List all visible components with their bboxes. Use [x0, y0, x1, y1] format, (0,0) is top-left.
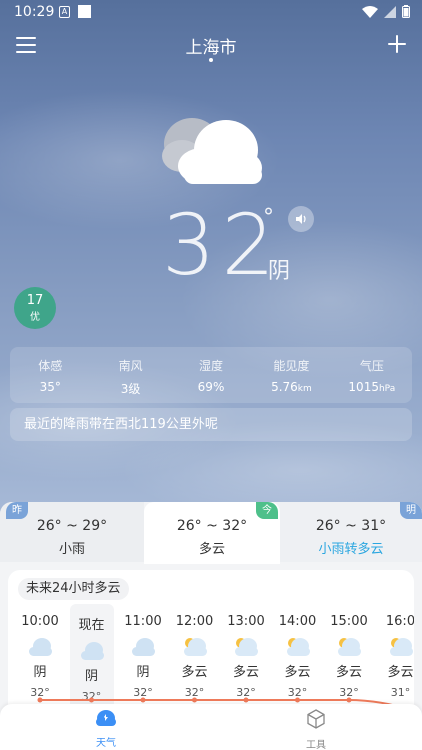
- today-badge: 今: [256, 502, 278, 519]
- temperature-point: [140, 697, 146, 703]
- day-condition: 多云: [198, 542, 225, 557]
- hour-condition: 阴: [84, 669, 98, 684]
- hour-item: 13:00 多云 32°: [220, 614, 272, 699]
- status-bar: 10:29 A: [0, 0, 422, 26]
- cloudy-icon: [129, 635, 157, 657]
- aqi-badge[interactable]: 17 优: [14, 287, 56, 329]
- cloudy-icon: [78, 639, 106, 661]
- stat-feels-like: 体感 35°: [10, 347, 90, 403]
- cube-icon: [307, 709, 325, 729]
- stat-label: 南风: [118, 359, 143, 373]
- hour-time: 10:00: [21, 614, 59, 629]
- hour-time: 15:00: [330, 614, 368, 629]
- temperature-point: [89, 697, 94, 703]
- partly-cloudy-icon: [387, 635, 415, 657]
- hour-time: 13:00: [227, 614, 265, 629]
- stat-label: 气压: [359, 359, 384, 373]
- nav-tools-label: 工具: [306, 740, 326, 750]
- stat-value: 3级: [120, 382, 141, 396]
- wifi-icon: [362, 5, 378, 18]
- day-range: 26° ~ 32°: [176, 518, 248, 534]
- hour-time: 现在: [78, 618, 105, 633]
- status-icons: [362, 5, 410, 18]
- hourly-title: 未来24小时多云: [18, 578, 129, 600]
- temperature-point: [346, 697, 352, 703]
- partly-cloudy-icon: [181, 635, 209, 657]
- stat-label: 体感: [38, 359, 63, 373]
- stat-humidity: 湿度 69%: [171, 347, 251, 403]
- nav-weather-label: 天气: [96, 738, 116, 749]
- temperature-point: [37, 697, 43, 703]
- stat-visibility: 能见度 5.76km: [251, 347, 331, 403]
- hour-condition: 多云: [335, 665, 362, 680]
- hour-item: 15:00 多云 32°: [323, 614, 375, 699]
- day-card-today[interactable]: 今 26° ~ 32° 多云: [144, 502, 280, 564]
- day-condition: 小雨转多云: [318, 542, 384, 557]
- stat-label: 湿度: [199, 359, 224, 373]
- plus-icon[interactable]: [388, 35, 406, 53]
- partly-cloudy-icon: [335, 635, 363, 657]
- nav-weather[interactable]: 天气: [76, 708, 136, 749]
- hour-condition: 阴: [33, 665, 47, 680]
- stat-wind: 南风 3级: [90, 347, 170, 403]
- weather-icon: [96, 710, 116, 726]
- battery-icon: [402, 5, 410, 18]
- partly-cloudy-icon: [284, 635, 312, 657]
- degree-symbol: °: [263, 205, 274, 230]
- stat-label: 能见度: [273, 359, 310, 373]
- day-card-tomorrow[interactable]: 明 26° ~ 31° 小雨转多云: [280, 502, 422, 562]
- hour-time: 16:0: [385, 614, 414, 629]
- hour-item: 10:00 阴 32°: [14, 614, 66, 699]
- temperature-point: [295, 697, 300, 703]
- day-range: 26° ~ 31°: [315, 518, 387, 534]
- hour-condition: 阴: [136, 665, 150, 680]
- day-condition: 小雨: [58, 542, 85, 557]
- nav-tools[interactable]: 工具: [286, 708, 346, 750]
- hour-condition: 多云: [181, 665, 208, 680]
- day-card-yesterday[interactable]: 昨 26° ~ 29° 小雨: [0, 502, 144, 562]
- aqi-quality: 优: [30, 312, 40, 323]
- hour-condition: 多云: [232, 665, 259, 680]
- cloudy-icon: [26, 635, 54, 657]
- day-range: 26° ~ 29°: [36, 518, 108, 534]
- notification-a-icon: A: [59, 6, 70, 18]
- stat-value: 35°: [39, 380, 61, 394]
- current-condition: 阴: [268, 259, 291, 284]
- notification-square-icon: [78, 5, 91, 18]
- hour-time: 11:00: [124, 614, 162, 629]
- tomorrow-badge: 明: [400, 502, 422, 519]
- temperature-point: [192, 697, 197, 703]
- city-title[interactable]: 上海市: [0, 33, 422, 58]
- hour-condition: 多云: [284, 665, 311, 680]
- yesterday-badge: 昨: [6, 502, 28, 519]
- temperature-point: [243, 697, 249, 703]
- stat-value: 5.76km: [271, 380, 312, 394]
- partly-cloudy-icon: [232, 635, 260, 657]
- stat-value: 69%: [197, 380, 225, 394]
- status-time: 10:29: [14, 4, 55, 20]
- stat-pressure: 气压 1015hPa: [332, 347, 412, 403]
- hour-time: 12:00: [175, 614, 214, 629]
- weather-stats: 体感 35° 南风 3级 湿度 69% 能见度 5.76km 气压 1015hP…: [10, 347, 412, 403]
- stat-value: 1015hPa: [348, 380, 396, 394]
- hour-time: 14:00: [278, 614, 317, 629]
- cloudy-icon: [162, 118, 262, 184]
- page-indicator-dot: [209, 58, 213, 62]
- speaker-icon[interactable]: [288, 206, 314, 232]
- hour-item: 11:00 阴 32°: [117, 614, 169, 699]
- aqi-value: 17: [26, 293, 44, 308]
- rain-note[interactable]: 最近的降雨带在西北119公里外呢: [10, 408, 412, 441]
- hour-item: 12:00 多云 32°: [169, 614, 221, 699]
- hour-item: 14:00 多云 32°: [272, 614, 324, 699]
- bottom-nav: 天气 工具: [0, 704, 422, 750]
- signal-icon: [384, 5, 396, 18]
- hour-condition: 多云: [387, 665, 414, 680]
- hour-item: 16:0 多云 31°: [375, 614, 415, 699]
